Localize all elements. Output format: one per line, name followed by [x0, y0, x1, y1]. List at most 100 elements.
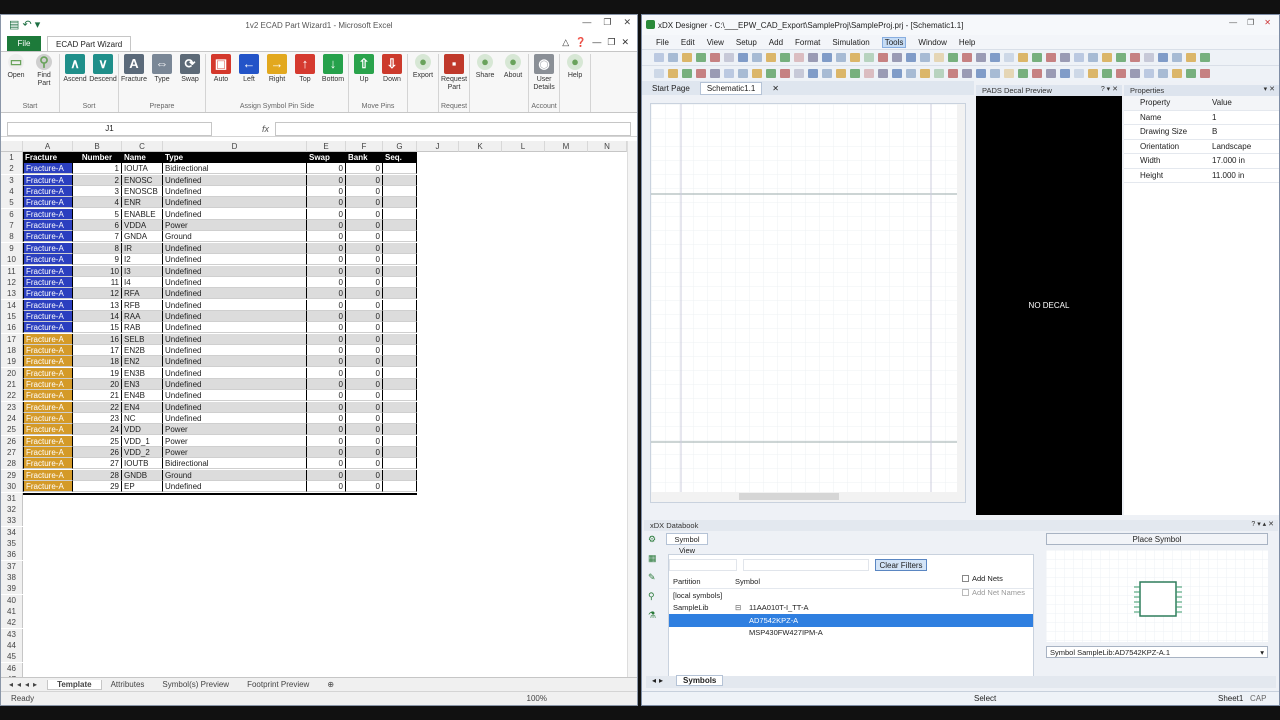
cell-swap[interactable]: 0: [307, 231, 346, 243]
cell-seq[interactable]: [383, 481, 417, 493]
fracture-button[interactable]: A Fracture: [121, 54, 147, 102]
cell-swap[interactable]: 0: [307, 413, 346, 425]
cell-seq[interactable]: [383, 186, 417, 198]
cell-fracture[interactable]: Fracture-A: [23, 254, 73, 266]
column-header-K[interactable]: K: [459, 141, 502, 152]
cell-seq[interactable]: [383, 299, 417, 311]
toolbar-tool-icon[interactable]: [710, 69, 720, 78]
row-header[interactable]: 36: [1, 549, 23, 561]
cell-fracture[interactable]: Fracture-A: [23, 265, 73, 277]
cell-swap[interactable]: 0: [307, 481, 346, 493]
cell-bank[interactable]: 0: [346, 458, 383, 470]
cell-bank[interactable]: 0: [346, 174, 383, 186]
minimize-icon[interactable]: —: [582, 17, 591, 28]
cell-bank[interactable]: 0: [346, 220, 383, 232]
cell-bank[interactable]: 0: [346, 299, 383, 311]
cell-swap[interactable]: 0: [307, 424, 346, 436]
cell-number[interactable]: 6: [73, 220, 122, 232]
cell-type[interactable]: Undefined: [163, 186, 307, 198]
toolbar-tool-icon[interactable]: [1200, 69, 1210, 78]
cell-swap[interactable]: 0: [307, 390, 346, 402]
cell-swap[interactable]: 0: [307, 356, 346, 368]
cell-seq[interactable]: [383, 254, 417, 266]
row-header[interactable]: 20: [1, 367, 23, 379]
toolbar-tool-icon[interactable]: [976, 69, 986, 78]
cell-fracture[interactable]: Fracture-A: [23, 333, 73, 345]
tab-schematic[interactable]: Schematic1.1: [699, 81, 763, 95]
cell-type[interactable]: Undefined: [163, 242, 307, 254]
cell-name[interactable]: IOUTB: [122, 458, 163, 470]
spreadsheet-grid[interactable]: A B C D E F G J K L M N 1 2 3 4 5 6 7 8 9 10 11 12 13 14 15 16 17 18 1…: [1, 141, 627, 689]
sheet-tab-symbol-s-preview[interactable]: Symbol(s) Preview: [153, 680, 238, 689]
cell-fracture[interactable]: Fracture-A: [23, 424, 73, 436]
toolbar-tool-icon[interactable]: [1186, 69, 1196, 78]
column-header-C[interactable]: C: [122, 141, 163, 152]
cell-type[interactable]: Undefined: [163, 254, 307, 266]
cell-seq[interactable]: [383, 163, 417, 175]
header-cell[interactable]: Fracture: [23, 152, 73, 163]
toolbar-tool-icon[interactable]: [962, 69, 972, 78]
cell-swap[interactable]: 0: [307, 367, 346, 379]
cell-swap[interactable]: 0: [307, 333, 346, 345]
cell-swap[interactable]: 0: [307, 174, 346, 186]
left-button[interactable]: ← Left: [236, 54, 262, 102]
cell-bank[interactable]: 0: [346, 333, 383, 345]
toolbar-tool-icon[interactable]: [682, 53, 692, 62]
row-header[interactable]: 18: [1, 344, 23, 356]
symbol-view-tab[interactable]: Symbol View: [666, 533, 708, 555]
cell-fracture[interactable]: Fracture-A: [23, 242, 73, 254]
restore-icon[interactable]: ❐: [607, 37, 615, 48]
cell-bank[interactable]: 0: [346, 379, 383, 390]
toolbar-tool-icon[interactable]: [1102, 69, 1112, 78]
cell-number[interactable]: 4: [73, 197, 122, 209]
cell-seq[interactable]: [383, 265, 417, 277]
toolbar-tool-icon[interactable]: [1186, 53, 1196, 62]
cell-type[interactable]: Undefined: [163, 276, 307, 288]
cell-number[interactable]: 14: [73, 310, 122, 322]
cell-bank[interactable]: 0: [346, 242, 383, 254]
cell-name[interactable]: VDD_1: [122, 435, 163, 447]
cell-bank[interactable]: 0: [346, 254, 383, 266]
cell-number[interactable]: 23: [73, 413, 122, 425]
menu-file[interactable]: File: [656, 38, 669, 47]
row-header[interactable]: 45: [1, 651, 23, 663]
excel-app-icon[interactable]: ▤ ↶ ▾: [9, 18, 40, 31]
cell-bank[interactable]: 0: [346, 413, 383, 425]
cell-name[interactable]: VDD: [122, 424, 163, 436]
row-header[interactable]: 35: [1, 537, 23, 549]
toolbar-tool-icon[interactable]: [850, 53, 860, 62]
row-header[interactable]: 21: [1, 379, 23, 390]
cell-name[interactable]: RFA: [122, 288, 163, 300]
toolbar-tool-icon[interactable]: [1144, 53, 1154, 62]
cell-fracture[interactable]: Fracture-A: [23, 390, 73, 402]
cell-swap[interactable]: 0: [307, 401, 346, 413]
cell-swap[interactable]: 0: [307, 458, 346, 470]
row-header[interactable]: 22: [1, 390, 23, 402]
property-row[interactable]: Drawing Size B: [1124, 125, 1279, 140]
toolbar-tool-icon[interactable]: [836, 69, 846, 78]
toolbar-tool-icon[interactable]: [1200, 53, 1210, 62]
row-header[interactable]: 32: [1, 503, 23, 515]
toolbar-tool-icon[interactable]: [808, 69, 818, 78]
toolbar-tool-icon[interactable]: [976, 53, 986, 62]
row-header[interactable]: 46: [1, 662, 23, 674]
tree-row[interactable]: AD7542KPZ-A: [669, 614, 1033, 627]
cell-fracture[interactable]: Fracture-A: [23, 186, 73, 198]
row-header[interactable]: 39: [1, 583, 23, 595]
xdx-close-icon[interactable]: ✕: [1264, 18, 1271, 27]
row-header[interactable]: 14: [1, 299, 23, 311]
toolbar-tool-icon[interactable]: [934, 69, 944, 78]
cell-number[interactable]: 12: [73, 288, 122, 300]
cell-type[interactable]: Ground: [163, 231, 307, 243]
row-header[interactable]: 10: [1, 254, 23, 266]
maximize-icon[interactable]: ❐: [603, 17, 611, 28]
cell-seq[interactable]: [383, 310, 417, 322]
cell-name[interactable]: EN4B: [122, 390, 163, 402]
cell-fracture[interactable]: Fracture-A: [23, 401, 73, 413]
cell-type[interactable]: Undefined: [163, 310, 307, 322]
descend-button[interactable]: ∨ Descend: [89, 54, 117, 102]
toolbar-tool-icon[interactable]: [1172, 53, 1182, 62]
toolbar-tool-icon[interactable]: [990, 69, 1000, 78]
cell-number[interactable]: 24: [73, 424, 122, 436]
cell-fracture[interactable]: Fracture-A: [23, 197, 73, 209]
